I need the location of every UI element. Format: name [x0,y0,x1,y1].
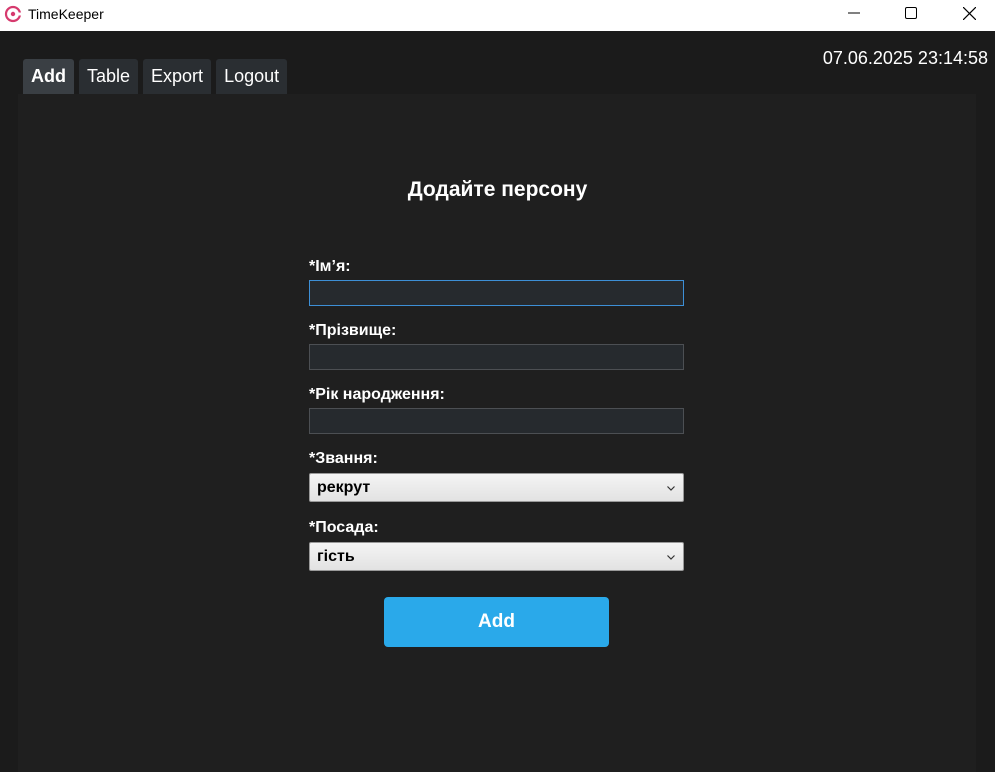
rank-label: *Звання: [309,450,378,467]
window-title: TimeKeeper [28,6,104,22]
birth-year-label: *Рік народження: [309,386,445,403]
tab-logout[interactable]: Logout [216,59,288,94]
maximize-button[interactable] [882,0,940,26]
form-title: Додайте персону [407,178,588,201]
tab-add[interactable]: Add [23,59,74,94]
first-name-label: *Ім’я: [309,258,351,275]
tab-table[interactable]: Table [79,59,139,94]
rank-selected-value: рекрут [317,478,371,496]
app-logo-icon [4,5,22,23]
window-titlebar: TimeKeeper [0,0,995,31]
add-button[interactable]: Add [384,597,609,647]
close-button[interactable] [940,0,995,26]
position-selected-value: гість [317,547,355,565]
last-name-label: *Прізвище: [309,322,397,339]
minimize-icon [848,12,860,14]
minimize-button[interactable] [825,0,883,26]
birth-year-input[interactable] [309,408,684,434]
main-content: 07.06.2025 23:14:58 Add Table Export Log… [0,31,995,772]
rank-select[interactable]: рекрут [309,473,684,502]
maximize-icon [905,7,917,19]
position-select[interactable]: гість [309,542,684,571]
chevron-down-icon [667,554,675,560]
first-name-input[interactable] [309,280,684,306]
last-name-input[interactable] [309,344,684,370]
position-label: *Посада: [309,519,379,536]
tab-export[interactable]: Export [143,59,212,94]
datetime-display: 07.06.2025 23:14:58 [822,48,988,68]
chevron-down-icon [667,485,675,491]
close-icon [962,6,976,20]
tab-bar: Add Table Export Logout [23,59,288,94]
